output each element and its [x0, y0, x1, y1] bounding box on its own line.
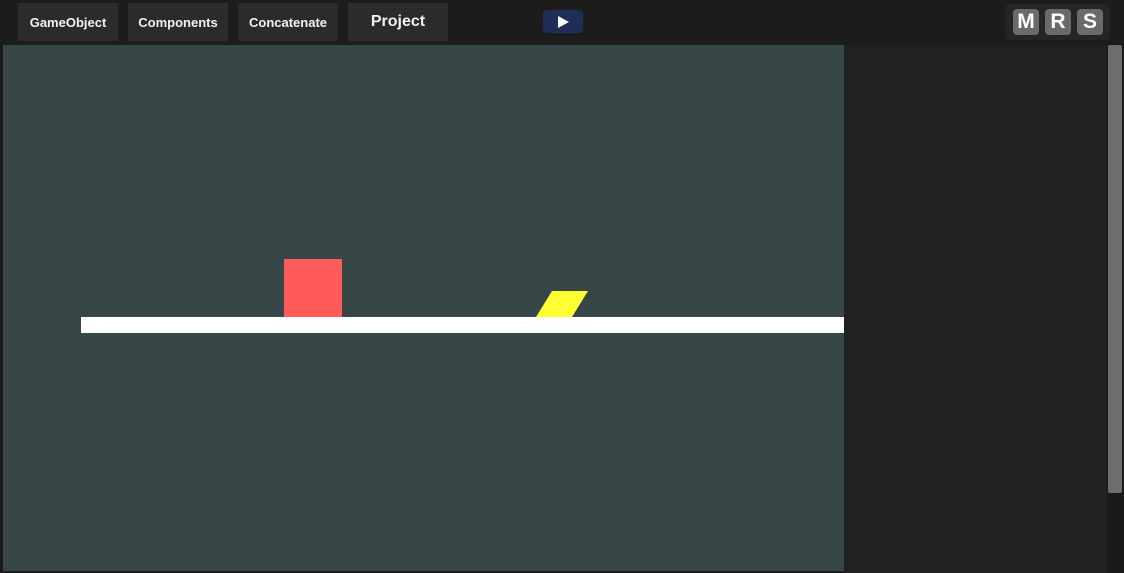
transform-mode-group: M R S: [1006, 4, 1110, 40]
components-menu-button[interactable]: Components: [128, 3, 228, 41]
red-box-object[interactable]: [284, 259, 342, 317]
rotate-mode-button[interactable]: R: [1045, 9, 1071, 35]
concatenate-menu-button[interactable]: Concatenate: [238, 3, 338, 41]
move-mode-button[interactable]: M: [1013, 9, 1039, 35]
yellow-parallelogram-object[interactable]: [536, 291, 588, 317]
toolbar: GameObject Components Concatenate Projec…: [0, 0, 1124, 44]
inspector-panel: [844, 45, 1107, 573]
ground-platform-object[interactable]: [81, 317, 844, 333]
scale-mode-button[interactable]: S: [1077, 9, 1103, 35]
project-menu-button[interactable]: Project: [348, 3, 448, 41]
gameobject-menu-button[interactable]: GameObject: [18, 3, 118, 41]
scrollbar-thumb[interactable]: [1108, 45, 1122, 493]
play-button[interactable]: [543, 10, 583, 33]
panel-scrollbar[interactable]: [1107, 45, 1124, 573]
play-icon: [558, 15, 569, 28]
scene-viewport[interactable]: [3, 45, 844, 571]
